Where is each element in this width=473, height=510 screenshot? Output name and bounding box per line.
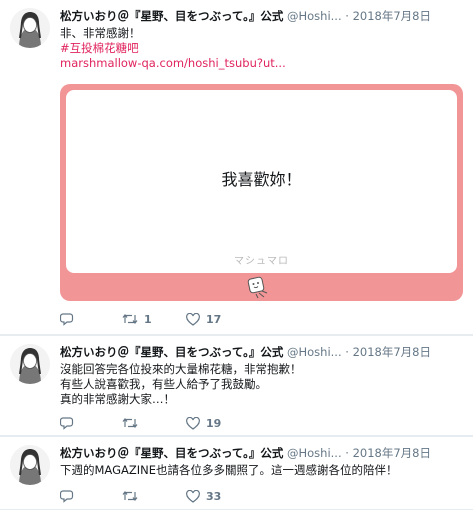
marshmallow-card[interactable]: 我喜歡妳！ マシュマロ bbox=[60, 84, 463, 301]
retweet-icon bbox=[122, 418, 138, 428]
tweet-timestamp[interactable]: 2018年7月8日 bbox=[353, 446, 431, 460]
reply-icon bbox=[60, 313, 74, 326]
separator-dot: · bbox=[345, 345, 349, 359]
reply-button[interactable] bbox=[60, 311, 122, 327]
tweet-actions: 1 17 bbox=[60, 311, 266, 327]
heart-icon bbox=[186, 416, 200, 430]
reply-button[interactable] bbox=[60, 488, 122, 504]
author-name[interactable]: 松方いおり＠『星野、目をつぶって。』公式 bbox=[60, 9, 283, 23]
hashtag-link[interactable]: #互投棉花糖吧 bbox=[60, 41, 463, 56]
retweet-button[interactable] bbox=[122, 415, 186, 431]
retweet-button[interactable] bbox=[122, 488, 186, 504]
like-count: 19 bbox=[206, 416, 222, 430]
separator-dot: · bbox=[345, 9, 349, 23]
tweet-actions: 33 bbox=[60, 488, 266, 504]
retweet-count: 1 bbox=[144, 312, 152, 326]
tweet-timestamp[interactable]: 2018年7月8日 bbox=[353, 345, 431, 359]
author-name[interactable]: 松方いおり＠『星野、目をつぶって。』公式 bbox=[60, 446, 283, 460]
like-count: 17 bbox=[206, 312, 222, 326]
author-name[interactable]: 松方いおり＠『星野、目をつぶって。』公式 bbox=[60, 345, 283, 359]
tweet-timestamp[interactable]: 2018年7月8日 bbox=[353, 9, 431, 23]
tweet-text-line: 有些人說喜歡我，有些人給予了我鼓勵。 bbox=[60, 377, 267, 391]
heart-icon bbox=[186, 312, 200, 326]
retweet-icon bbox=[122, 491, 138, 501]
author-handle[interactable]: @Hoshi... bbox=[287, 345, 342, 359]
avatar[interactable] bbox=[10, 445, 50, 485]
retweet-icon bbox=[122, 314, 138, 324]
card-brand: マシュマロ bbox=[234, 256, 289, 267]
retweet-button[interactable]: 1 bbox=[122, 311, 186, 327]
author-handle[interactable]: @Hoshi... bbox=[287, 9, 342, 23]
tweet-text-line: 沒能回答完各位投來的大量棉花糖，非常抱歉！ bbox=[60, 362, 302, 376]
timeline: 松方いおり＠『星野、目をつぶって。』公式 @Hoshi... · 2018年7月… bbox=[0, 0, 473, 510]
author-handle[interactable]: @Hoshi... bbox=[287, 446, 342, 460]
card-inner: 我喜歡妳！ マシュマロ bbox=[66, 90, 457, 273]
tweet[interactable]: 松方いおり＠『星野、目をつぶって。』公式 @Hoshi... · 2018年7月… bbox=[0, 437, 473, 510]
tweet-text-line: 真的非常感謝大家…！ bbox=[60, 392, 175, 406]
reply-icon bbox=[60, 417, 74, 430]
reply-button[interactable] bbox=[60, 415, 122, 431]
like-button[interactable]: 33 bbox=[186, 488, 266, 504]
tweet-text: 沒能回答完各位投來的大量棉花糖，非常抱歉！ 有些人說喜歡我，有些人給予了我鼓勵。… bbox=[60, 362, 463, 407]
tweet-text-line: 非、非常感謝！ bbox=[60, 26, 141, 40]
like-button[interactable]: 19 bbox=[186, 415, 266, 431]
like-count: 33 bbox=[206, 489, 222, 503]
url-link[interactable]: marshmallow-qa.com/hoshi_tsubu?ut... bbox=[60, 56, 463, 71]
tweet-actions: 19 bbox=[60, 415, 266, 431]
tweet-text-line: 下週的MAGAZINE也請各位多多關照了。這一週感謝各位的陪伴！ bbox=[60, 463, 398, 477]
tweet-text: 下週的MAGAZINE也請各位多多關照了。這一週感謝各位的陪伴！ bbox=[60, 463, 463, 478]
like-button[interactable]: 17 bbox=[186, 311, 266, 327]
avatar[interactable] bbox=[10, 344, 50, 384]
reply-icon bbox=[60, 490, 74, 503]
card-question: 我喜歡妳！ bbox=[221, 170, 302, 189]
separator-dot: · bbox=[345, 446, 349, 460]
tweet[interactable]: 松方いおり＠『星野、目をつぶって。』公式 @Hoshi... · 2018年7月… bbox=[0, 0, 473, 335]
marshmallow-mascot-icon bbox=[243, 275, 269, 299]
tweet-text: 非、非常感謝！ #互投棉花糖吧 marshmallow-qa.com/hoshi… bbox=[60, 26, 463, 71]
heart-icon bbox=[186, 489, 200, 503]
avatar[interactable] bbox=[10, 8, 50, 48]
tweet[interactable]: 松方いおり＠『星野、目をつぶって。』公式 @Hoshi... · 2018年7月… bbox=[0, 336, 473, 436]
